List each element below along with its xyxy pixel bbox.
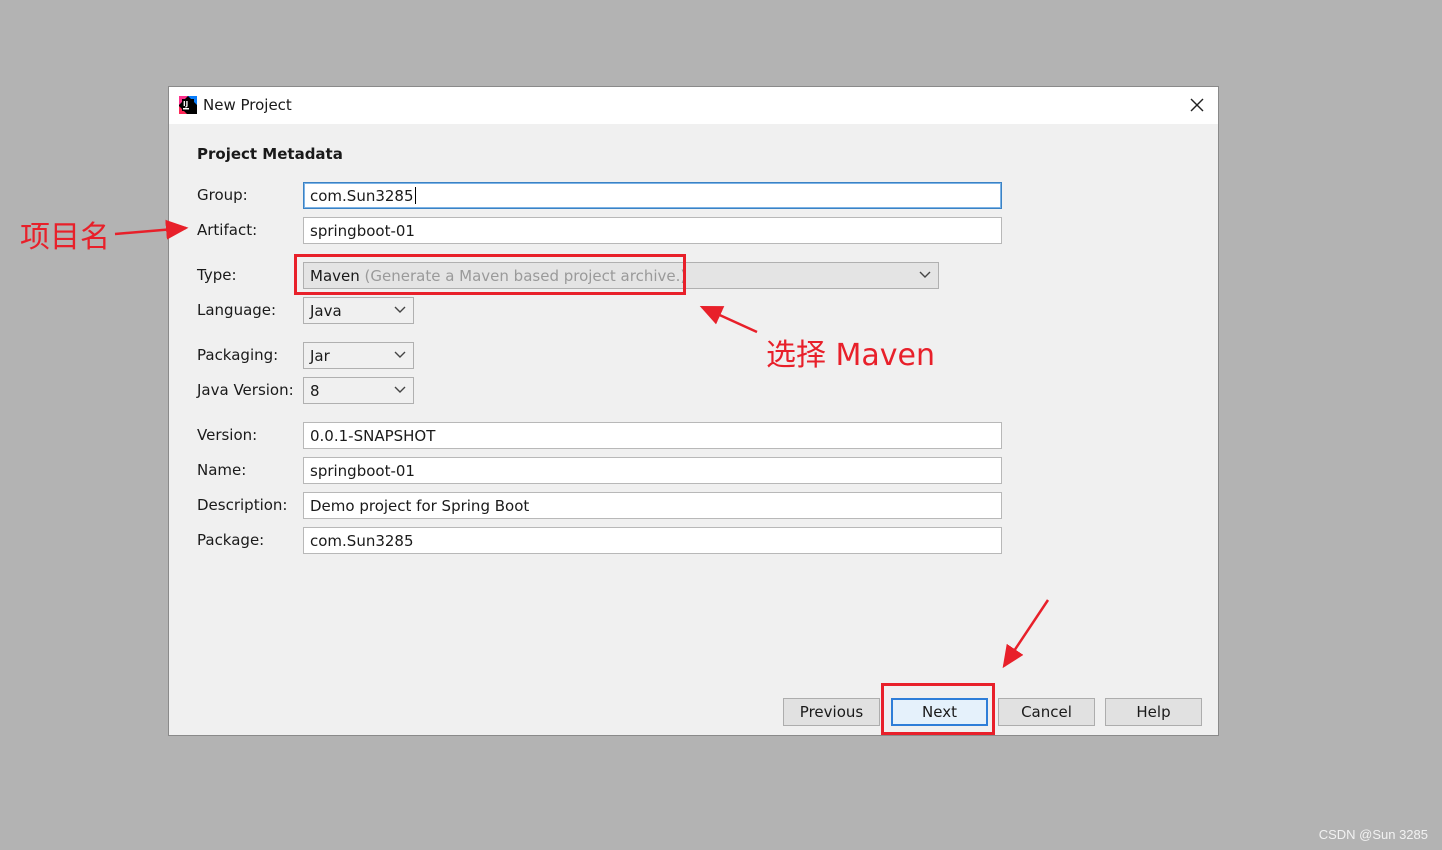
next-highlight-box xyxy=(881,683,995,735)
language-value: Java xyxy=(310,302,342,320)
type-highlight-box xyxy=(294,254,686,295)
group-value: com.Sun3285 xyxy=(310,187,414,205)
java-version-select[interactable]: 8 xyxy=(303,377,414,404)
java-version-value: 8 xyxy=(310,382,320,400)
package-input[interactable]: com.Sun3285 xyxy=(303,527,1002,554)
packaging-select[interactable]: Jar xyxy=(303,342,414,369)
package-label: Package: xyxy=(197,531,265,549)
cancel-button[interactable]: Cancel xyxy=(998,698,1095,726)
chevron-down-icon xyxy=(919,271,931,278)
chevron-down-icon xyxy=(394,351,406,358)
watermark: CSDN @Sun 3285 xyxy=(1318,827,1428,842)
group-input[interactable]: com.Sun3285 xyxy=(303,182,1002,209)
type-annotation: 选择 Maven xyxy=(766,338,936,373)
close-icon[interactable] xyxy=(1186,94,1208,116)
language-label: Language: xyxy=(197,301,277,319)
packaging-label: Packaging: xyxy=(197,346,279,364)
artifact-label: Artifact: xyxy=(197,221,258,239)
new-project-dialog: IJ New Project Project Metadata Group: c… xyxy=(168,86,1219,736)
version-label: Version: xyxy=(197,426,258,444)
title-bar[interactable]: IJ New Project xyxy=(169,87,1218,124)
java-version-label: Java Version: xyxy=(197,381,294,399)
artifact-input[interactable]: springboot-01 xyxy=(303,217,1002,244)
description-label: Description: xyxy=(197,496,288,514)
language-select[interactable]: Java xyxy=(303,297,414,324)
svg-text:IJ: IJ xyxy=(183,100,188,108)
description-input[interactable]: Demo project for Spring Boot xyxy=(303,492,1002,519)
name-label: Name: xyxy=(197,461,247,479)
text-caret xyxy=(414,187,416,204)
previous-button[interactable]: Previous xyxy=(783,698,880,726)
group-label: Group: xyxy=(197,186,248,204)
help-button[interactable]: Help xyxy=(1105,698,1202,726)
packaging-value: Jar xyxy=(310,347,330,365)
chevron-down-icon xyxy=(394,306,406,313)
section-title: Project Metadata xyxy=(197,145,343,163)
version-input[interactable]: 0.0.1-SNAPSHOT xyxy=(303,422,1002,449)
name-input[interactable]: springboot-01 xyxy=(303,457,1002,484)
intellij-idea-icon: IJ xyxy=(179,96,197,114)
chevron-down-icon xyxy=(394,386,406,393)
window-title: New Project xyxy=(203,96,292,114)
type-label: Type: xyxy=(197,266,237,284)
artifact-annotation: 项目名 xyxy=(20,220,110,255)
